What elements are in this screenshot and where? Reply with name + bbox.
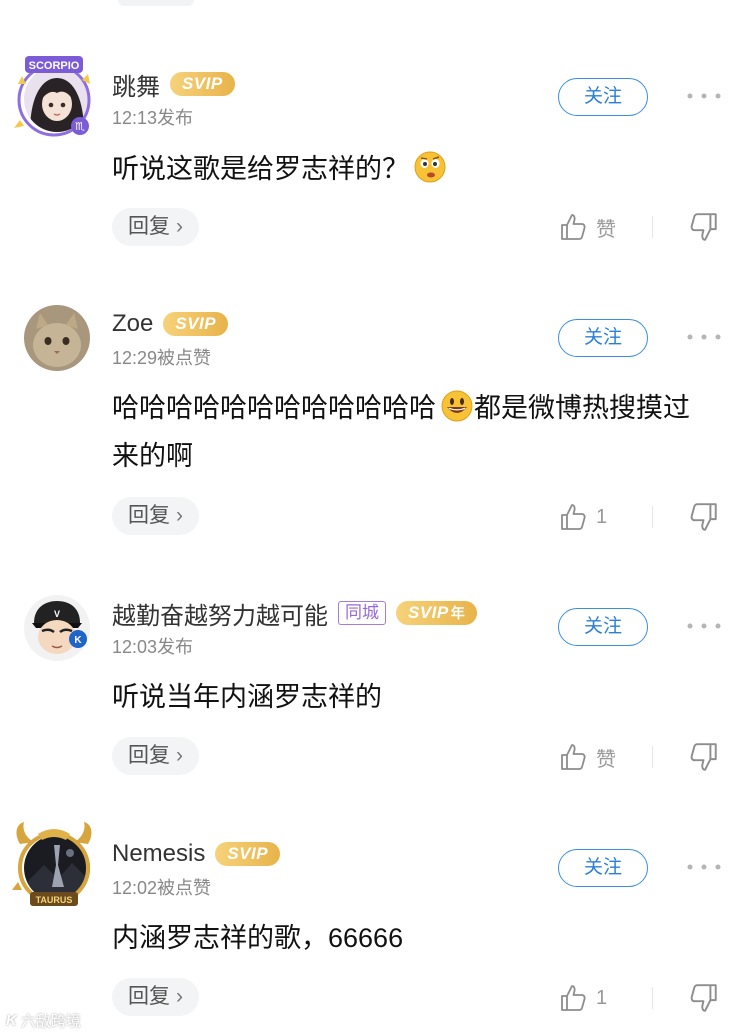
user-avatar[interactable] bbox=[24, 835, 90, 901]
user-avatar[interactable] bbox=[24, 66, 90, 132]
thumbs-down-icon[interactable] bbox=[688, 501, 720, 533]
thinking-emoji-icon bbox=[414, 151, 446, 183]
thumbs-up-icon bbox=[561, 214, 586, 240]
divider bbox=[652, 987, 653, 1009]
thumbs-up-icon bbox=[561, 985, 586, 1011]
comment-text: 内涵罗志祥的歌，66666 bbox=[112, 923, 404, 953]
like-button[interactable]: 赞 bbox=[558, 737, 616, 777]
like-button[interactable]: 赞 bbox=[558, 207, 616, 247]
user-avatar[interactable] bbox=[24, 305, 90, 371]
grinning-emoji-icon bbox=[441, 390, 473, 422]
name-row: Nemesis SVIP bbox=[112, 838, 281, 870]
like-count: 赞 bbox=[596, 748, 616, 771]
name-row: 越勤奋越努力越可能 同城 SVIP 年 bbox=[112, 596, 478, 631]
svg-text:K: K bbox=[74, 635, 82, 646]
svip-badge[interactable]: SVIP bbox=[215, 842, 281, 866]
same-city-tag: 同城 bbox=[338, 601, 386, 625]
thumbs-up-icon bbox=[561, 504, 586, 530]
like-button[interactable]: 1 bbox=[558, 497, 607, 537]
name-row: 跳舞 SVIP bbox=[112, 67, 235, 102]
more-options-icon[interactable] bbox=[686, 622, 722, 630]
username[interactable]: Zoe bbox=[112, 310, 153, 338]
username[interactable]: 越勤奋越努力越可能 bbox=[112, 596, 328, 631]
chevron-right-icon: › bbox=[176, 744, 183, 767]
previous-reply-stub bbox=[118, 0, 194, 6]
timestamp: 12:03发布 bbox=[112, 637, 194, 657]
comment-text: 听说这歌是给罗志祥的？ bbox=[112, 145, 712, 193]
timestamp: 12:29被点赞 bbox=[112, 348, 212, 368]
username[interactable]: Nemesis bbox=[112, 840, 205, 868]
watermark-text: 六敌跨境 bbox=[20, 1013, 81, 1030]
follow-button[interactable]: 关注 bbox=[558, 78, 648, 116]
follow-button[interactable]: 关注 bbox=[558, 608, 648, 646]
follow-button[interactable]: 关注 bbox=[558, 849, 648, 887]
reply-button[interactable]: 回复 › bbox=[112, 208, 199, 246]
comment-text: 听说当年内涵罗志祥的 bbox=[112, 682, 382, 712]
divider bbox=[652, 506, 653, 528]
divider bbox=[652, 746, 653, 768]
more-options-icon[interactable] bbox=[686, 92, 722, 100]
like-button[interactable]: 1 bbox=[558, 978, 607, 1018]
reply-button[interactable]: 回复 › bbox=[112, 497, 199, 535]
svg-text:V: V bbox=[54, 609, 60, 619]
svip-badge[interactable]: SVIP bbox=[170, 72, 235, 96]
name-row: Zoe SVIP bbox=[112, 308, 229, 340]
chevron-right-icon: › bbox=[176, 504, 183, 527]
svip-badge[interactable]: SVIP bbox=[163, 312, 229, 336]
chevron-right-icon: › bbox=[176, 985, 183, 1008]
more-options-icon[interactable] bbox=[686, 863, 722, 871]
thumbs-down-icon[interactable] bbox=[688, 982, 720, 1014]
divider bbox=[652, 216, 653, 238]
watermark: K 六敌跨境 bbox=[6, 1010, 81, 1031]
reply-button[interactable]: 回复 › bbox=[112, 737, 199, 775]
watermark-logo: K bbox=[6, 1012, 17, 1029]
reply-button[interactable]: 回复 › bbox=[112, 978, 199, 1016]
user-avatar[interactable]: K V bbox=[24, 595, 90, 661]
timestamp: 12:13发布 bbox=[112, 108, 194, 128]
like-count: 赞 bbox=[596, 218, 616, 241]
thumbs-down-icon[interactable] bbox=[688, 211, 720, 243]
like-count: 1 bbox=[596, 986, 608, 1009]
thumbs-up-icon bbox=[561, 744, 586, 770]
username[interactable]: 跳舞 bbox=[112, 67, 160, 102]
more-options-icon[interactable] bbox=[686, 333, 722, 341]
chevron-right-icon: › bbox=[176, 215, 183, 238]
follow-button[interactable]: 关注 bbox=[558, 319, 648, 357]
timestamp: 12:02被点赞 bbox=[112, 878, 212, 898]
svip-badge[interactable]: SVIP 年 bbox=[396, 601, 478, 625]
like-count: 1 bbox=[596, 505, 608, 528]
comment-text: 哈哈哈哈哈哈哈哈哈哈哈哈 都是微博热搜摸过来的啊 bbox=[112, 384, 712, 480]
thumbs-down-icon[interactable] bbox=[688, 741, 720, 773]
